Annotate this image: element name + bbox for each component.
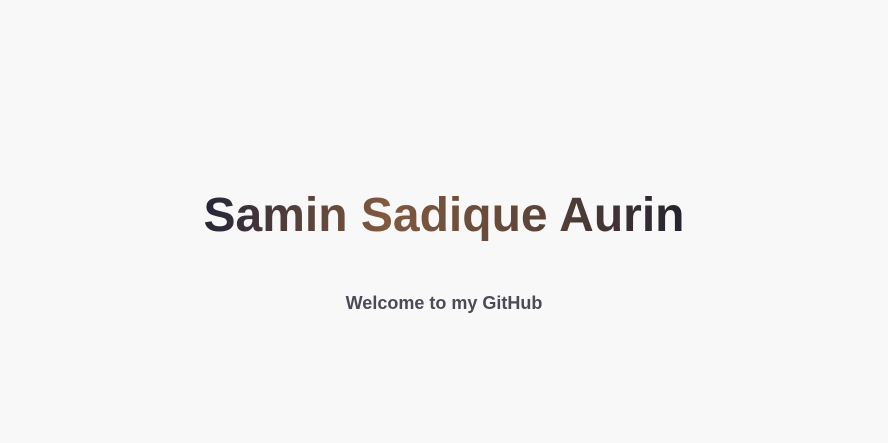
hero-title: Samin Sadique Aurin	[0, 186, 888, 246]
hero-section: Samin Sadique Aurin Welcome to my GitHub	[0, 0, 888, 443]
page: Samin Sadique Aurin Welcome to my GitHub	[0, 0, 888, 443]
hero-title-text: Samin Sadique Aurin	[203, 189, 685, 242]
hero-subtitle: Welcome to my GitHub	[345, 293, 543, 313]
